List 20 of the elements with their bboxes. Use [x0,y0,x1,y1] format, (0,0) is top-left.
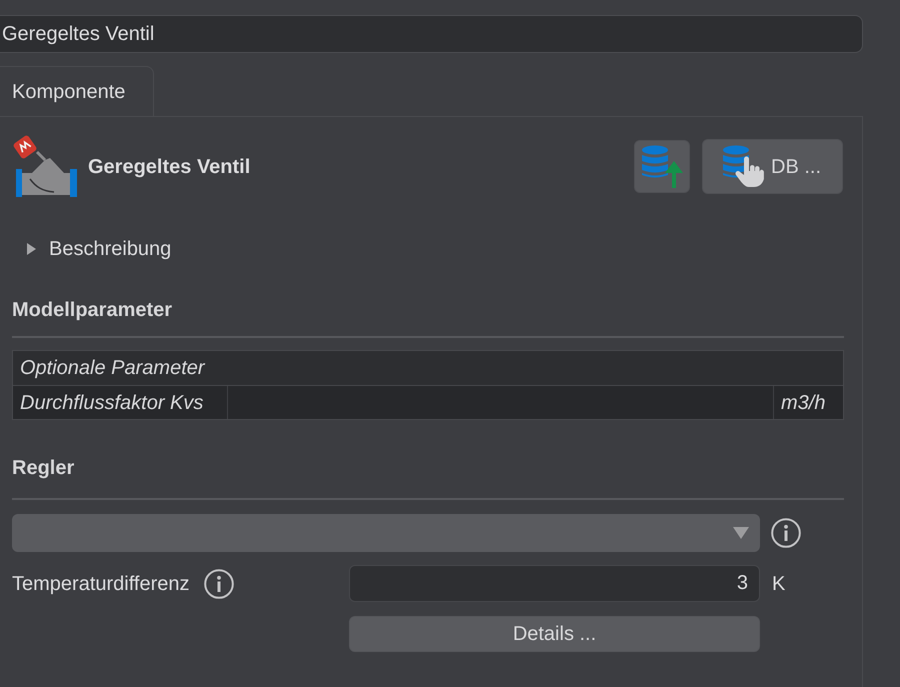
database-upload-button[interactable] [634,140,690,193]
component-title: Geregeltes Ventil [88,154,250,180]
section-heading: Modellparameter [12,298,174,322]
valve-icon [12,135,78,198]
value-field[interactable]: 3 [349,565,760,602]
name-field[interactable]: Geregeltes Ventil [0,15,863,53]
info-icon[interactable] [204,568,234,598]
select-field[interactable] [12,514,760,552]
info-icon[interactable] [771,518,801,548]
database-upload-icon [641,145,683,188]
database-button[interactable]: DB ... [702,139,843,194]
unit-label: K [771,572,786,596]
caret-down-icon [733,527,749,539]
description-expander[interactable]: Beschreibung [12,234,172,264]
table-cell-text: m3/h [780,390,826,416]
database-hand-icon [722,145,766,188]
field-label: Temperaturdifferenz [12,572,190,596]
details-button[interactable]: Details ... [349,616,760,652]
section-heading: Regler [12,456,76,480]
tab[interactable]: Komponente [0,66,154,116]
